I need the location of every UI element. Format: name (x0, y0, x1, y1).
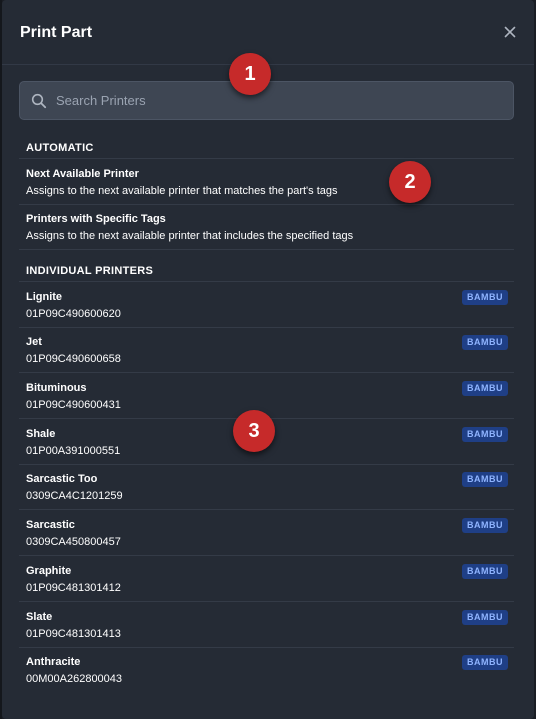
printer-name: Anthracite (26, 656, 81, 668)
option-name: Next Available Printer (26, 168, 139, 180)
printer-serial: 01P09C481301413 (26, 628, 121, 640)
automatic-heading: AUTOMATIC (26, 142, 94, 154)
printer-type-badge: BAMBU (462, 564, 508, 579)
annotation-marker-1: 1 (229, 53, 271, 95)
print-part-dialog: Print Part AUTOMATIC Next Available Prin… (2, 0, 534, 719)
printer-row-lignite[interactable]: Lignite 01P09C490600620 BAMBU (19, 290, 514, 327)
printer-row-sarcastic[interactable]: Sarcastic 0309CA450800457 BAMBU (19, 518, 514, 555)
option-name: Printers with Specific Tags (26, 213, 166, 225)
printer-serial: 01P09C490600620 (26, 308, 121, 320)
printer-row-graphite[interactable]: Graphite 01P09C481301412 BAMBU (19, 564, 514, 601)
divider (19, 249, 514, 250)
automatic-option-next-available[interactable]: Next Available Printer Assigns to the ne… (19, 168, 514, 204)
divider (19, 158, 514, 159)
printer-name: Bituminous (26, 382, 87, 394)
printer-type-badge: BAMBU (462, 427, 508, 442)
printer-serial: 0309CA450800457 (26, 536, 121, 548)
divider (19, 555, 514, 556)
divider (19, 372, 514, 373)
dialog-title: Print Part (20, 24, 93, 41)
printer-type-badge: BAMBU (462, 610, 508, 625)
printer-serial: 01P00A391000551 (26, 445, 121, 457)
printer-name: Jet (26, 336, 42, 348)
printer-row-jet[interactable]: Jet 01P09C490600658 BAMBU (19, 335, 514, 372)
divider (19, 509, 514, 510)
printer-name: Lignite (26, 291, 63, 303)
printer-serial: 01P09C490600431 (26, 399, 121, 411)
printer-row-sarcastic-too[interactable]: Sarcastic Too 0309CA4C1201259 BAMBU (19, 472, 514, 509)
printer-serial: 00M00A262800043 (26, 673, 123, 685)
option-description: Assigns to the next available printer th… (26, 185, 338, 197)
divider (19, 281, 514, 282)
printer-name: Graphite (26, 565, 72, 577)
divider (19, 464, 514, 465)
printer-name: Slate (26, 611, 53, 623)
dialog-header: Print Part (2, 0, 534, 65)
printer-serial: 01P09C481301412 (26, 582, 121, 594)
printer-name: Sarcastic (26, 519, 75, 531)
printer-serial: 01P09C490600658 (26, 353, 121, 365)
close-icon (504, 26, 516, 38)
divider (19, 601, 514, 602)
printer-type-badge: BAMBU (462, 655, 508, 670)
divider (19, 327, 514, 328)
printer-serial: 0309CA4C1201259 (26, 490, 123, 502)
printer-type-badge: BAMBU (462, 290, 508, 305)
search-icon (31, 93, 47, 109)
printer-type-badge: BAMBU (462, 335, 508, 350)
annotation-marker-3: 3 (233, 410, 275, 452)
printer-name: Shale (26, 428, 56, 440)
automatic-option-specific-tags[interactable]: Printers with Specific Tags Assigns to t… (19, 213, 514, 249)
printer-type-badge: BAMBU (462, 518, 508, 533)
divider (19, 204, 514, 205)
printer-type-badge: BAMBU (462, 472, 508, 487)
printer-type-badge: BAMBU (462, 381, 508, 396)
close-button[interactable] (502, 24, 518, 40)
option-description: Assigns to the next available printer th… (26, 230, 354, 242)
printer-name: Sarcastic Too (26, 473, 98, 485)
search-input[interactable] (56, 82, 496, 119)
printer-row-slate[interactable]: Slate 01P09C481301413 BAMBU (19, 610, 514, 647)
printer-row-bituminous[interactable]: Bituminous 01P09C490600431 BAMBU (19, 381, 514, 418)
individual-printers-heading: INDIVIDUAL PRINTERS (26, 265, 154, 277)
divider (19, 647, 514, 648)
printer-row-anthracite[interactable]: Anthracite 00M00A262800043 BAMBU (19, 655, 514, 692)
annotation-marker-2: 2 (389, 161, 431, 203)
